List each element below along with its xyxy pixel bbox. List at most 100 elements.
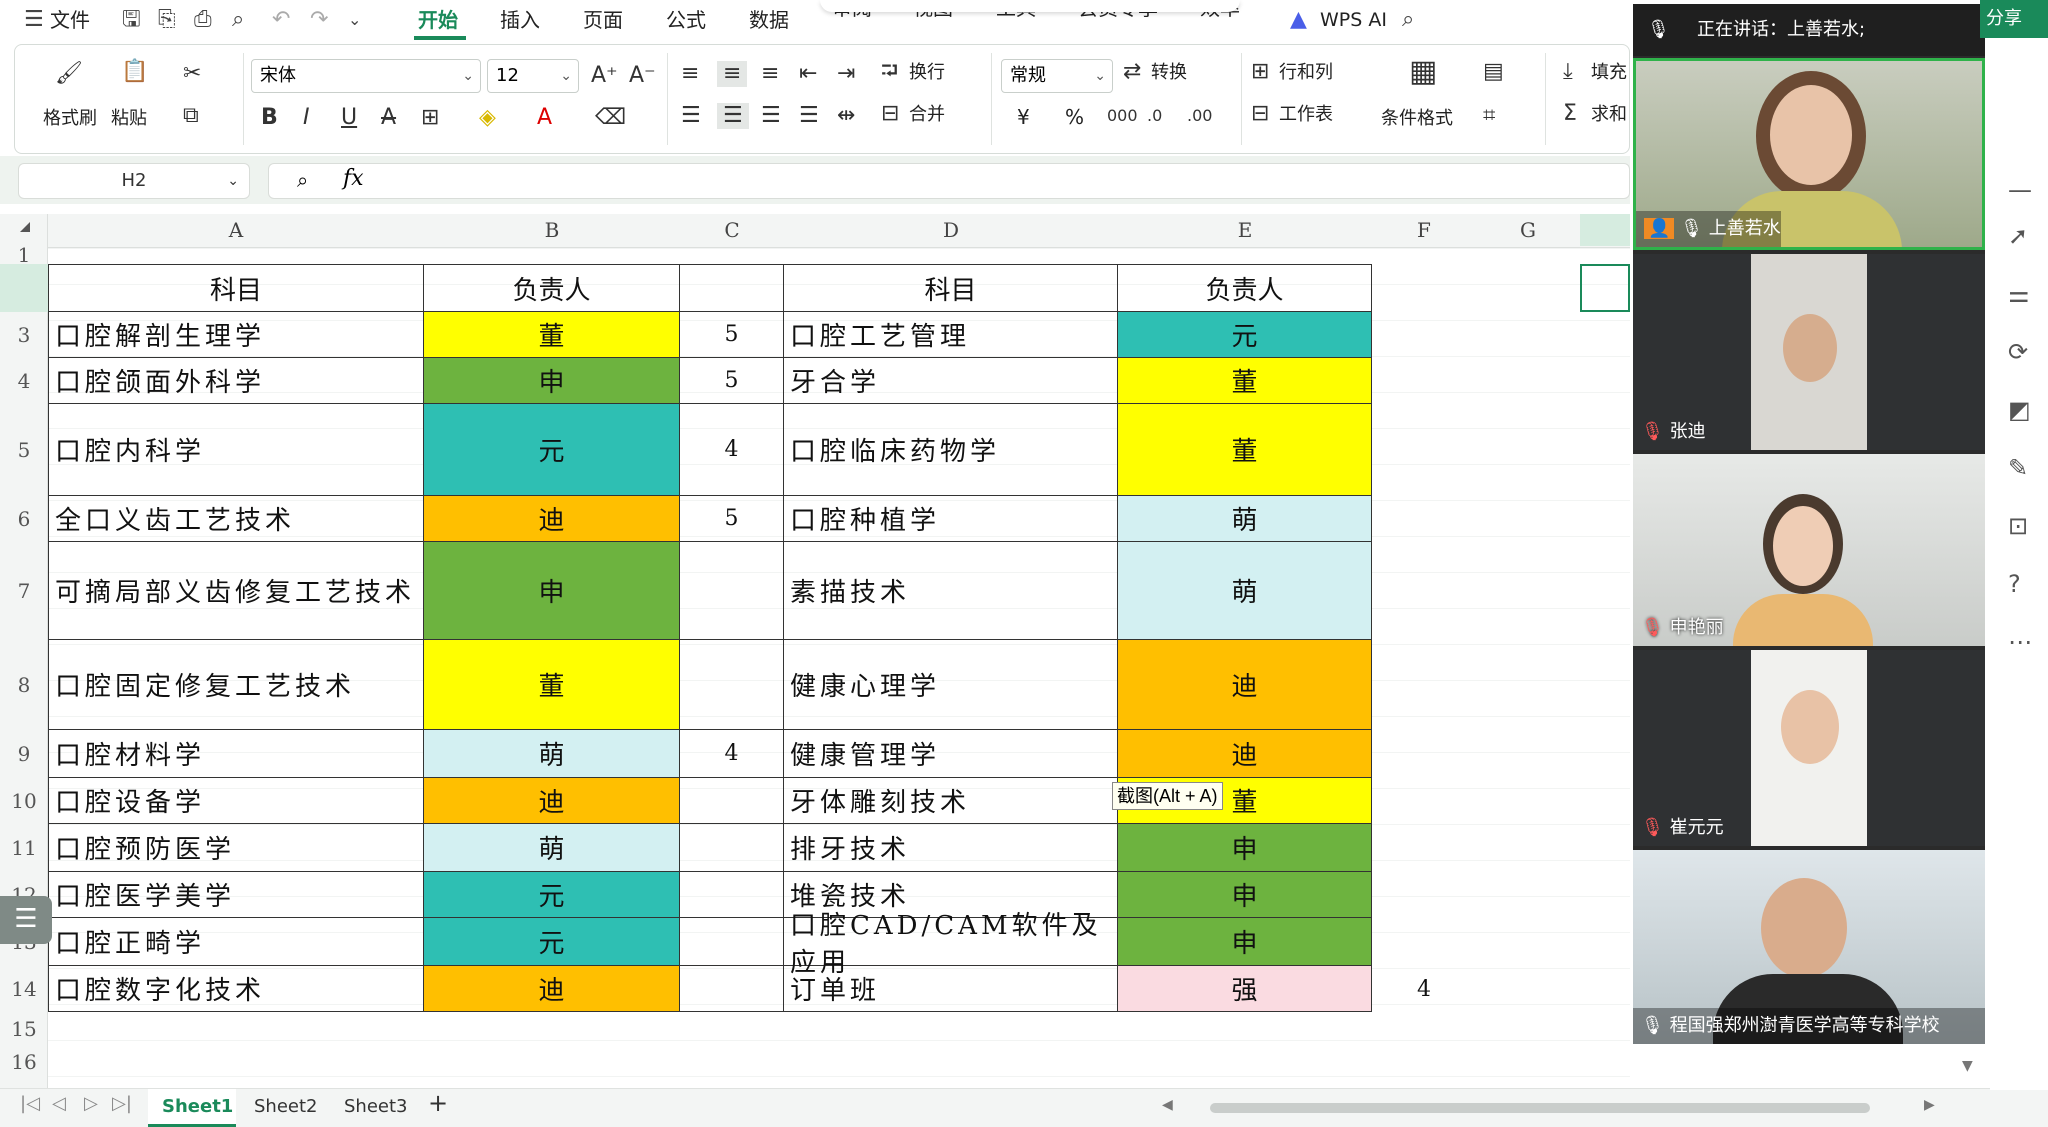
row-header-10[interactable]: 10 — [0, 778, 48, 824]
header-subject-d[interactable]: 科目 — [784, 264, 1118, 312]
strikethrough-icon[interactable]: A — [381, 105, 396, 131]
owner-cell[interactable]: 申 — [1118, 824, 1372, 872]
owner-cell[interactable]: 申 — [1118, 872, 1372, 918]
count-cell[interactable] — [680, 824, 784, 872]
settings-sliders-icon[interactable]: ⚌ — [2008, 280, 2030, 308]
book-icon[interactable]: ⊡ — [2008, 512, 2028, 540]
prev-sheet-icon[interactable]: ◁ — [52, 1093, 66, 1114]
cell-style-icon[interactable]: ▤ — [1483, 59, 1504, 85]
row-header-15[interactable]: 15 — [0, 1012, 48, 1046]
column-header-c[interactable]: C — [680, 214, 784, 246]
search-icon[interactable]: ⌕ — [1402, 6, 1414, 34]
owner-cell[interactable]: 元 — [424, 918, 680, 966]
menu-file[interactable]: 文件 — [50, 6, 90, 34]
owner-cell[interactable]: 董 — [424, 640, 680, 730]
owner-cell[interactable]: 元 — [1118, 312, 1372, 358]
conditional-format-button[interactable]: 条件格式 — [1381, 107, 1453, 131]
minimize-icon[interactable]: — — [2008, 176, 2032, 204]
count-cell[interactable] — [680, 778, 784, 824]
owner-cell[interactable]: 申 — [424, 358, 680, 404]
subject-cell[interactable]: 口腔CAD/CAM软件及应用 — [784, 911, 1118, 978]
column-header-f[interactable]: F — [1372, 214, 1476, 246]
format-painter-button[interactable]: 格式刷 — [43, 107, 97, 131]
decrease-decimal-icon[interactable]: .00 — [1187, 103, 1212, 129]
owner-cell[interactable]: 董 — [1118, 358, 1372, 404]
subject-cell[interactable]: 排牙技术 — [784, 824, 1118, 872]
font-size-select[interactable]: 12 ⌄ — [487, 59, 579, 93]
share-button[interactable]: 分享 — [1980, 0, 2048, 38]
row-header-16[interactable]: 16 — [0, 1046, 48, 1078]
subject-cell[interactable]: 订单班 — [784, 966, 1118, 1012]
video-tile-2[interactable]: 🎙 张迪 — [1633, 254, 1985, 450]
sheet-tab-1[interactable]: Sheet1 — [162, 1094, 233, 1120]
align-center-icon[interactable]: ☰ — [717, 103, 749, 129]
subject-cell[interactable]: 全口义齿工艺技术 — [48, 496, 424, 542]
subject-cell[interactable]: 牙体雕刻技术 — [784, 778, 1118, 824]
owner-cell[interactable]: 迪 — [424, 966, 680, 1012]
column-header-d[interactable]: D — [784, 214, 1118, 246]
row-header-8[interactable]: 8 — [0, 640, 48, 730]
column-header-e[interactable]: E — [1118, 214, 1372, 246]
subject-cell[interactable]: 口腔材料学 — [48, 730, 424, 778]
header-empty-c[interactable] — [680, 264, 784, 312]
tab-formula[interactable]: 公式 — [666, 6, 706, 34]
rows-cols-button[interactable]: 行和列 — [1279, 61, 1333, 85]
header-owner-b[interactable]: 负责人 — [424, 264, 680, 312]
crop-icon[interactable]: ⌗ — [1483, 103, 1495, 129]
count-cell[interactable] — [680, 918, 784, 966]
select-all-corner-icon[interactable] — [20, 222, 30, 232]
increase-font-icon[interactable]: A⁺ — [591, 63, 618, 89]
font-color-icon[interactable]: A — [537, 105, 552, 131]
owner-cell[interactable]: 强 — [1118, 966, 1372, 1012]
tab-page[interactable]: 页面 — [583, 6, 623, 34]
cut-icon[interactable]: ✂ — [183, 61, 201, 87]
count-cell[interactable] — [680, 872, 784, 918]
subject-cell[interactable]: 口腔设备学 — [48, 778, 424, 824]
owner-cell[interactable]: 元 — [424, 872, 680, 918]
fx-icon[interactable]: fx — [343, 166, 364, 191]
count-cell-f[interactable]: 4 — [1372, 966, 1476, 1012]
count-cell[interactable]: 5 — [680, 358, 784, 404]
header-owner-e[interactable]: 负责人 — [1118, 264, 1372, 312]
row-header-1[interactable]: 1 — [0, 243, 48, 267]
worksheet-button[interactable]: 工作表 — [1279, 103, 1333, 127]
last-sheet-icon[interactable]: ▷| — [112, 1093, 132, 1114]
owner-cell[interactable]: 迪 — [424, 496, 680, 542]
scroll-right-icon[interactable]: ▶ — [1924, 1097, 1935, 1113]
subject-cell[interactable]: 口腔临床药物学 — [784, 404, 1118, 496]
count-cell[interactable] — [680, 542, 784, 640]
subject-cell[interactable]: 健康管理学 — [784, 730, 1118, 778]
distributed-icon[interactable]: ⇹ — [837, 103, 855, 129]
align-right-icon[interactable]: ☰ — [761, 103, 781, 129]
owner-cell[interactable]: 申 — [424, 542, 680, 640]
merge-button[interactable]: 合并 — [909, 103, 945, 127]
column-header-b[interactable]: B — [424, 214, 680, 246]
owner-cell[interactable]: 迪 — [424, 778, 680, 824]
zoom-formula-icon[interactable]: ⌕ — [297, 168, 308, 192]
owner-cell[interactable]: 董 — [1118, 404, 1372, 496]
column-header-a[interactable]: A — [48, 214, 424, 246]
row-header-6[interactable]: 6 — [0, 496, 48, 542]
redo-icon[interactable]: ↷ — [310, 6, 328, 34]
owner-cell[interactable]: 萌 — [1118, 496, 1372, 542]
name-box[interactable]: H2 ⌄ — [18, 163, 250, 199]
increase-decimal-icon[interactable]: .0 — [1147, 103, 1162, 129]
count-cell[interactable]: 5 — [680, 312, 784, 358]
number-format-select[interactable]: 常规 ⌄ — [1001, 59, 1113, 93]
fill-button[interactable]: 填充 — [1591, 61, 1627, 85]
sheet-tab-3[interactable]: Sheet3 — [344, 1094, 408, 1120]
tab-data[interactable]: 数据 — [749, 6, 789, 34]
subject-cell[interactable]: 口腔数字化技术 — [48, 966, 424, 1012]
tab-insert[interactable]: 插入 — [500, 6, 540, 34]
menu-hamburger-icon[interactable]: ☰ — [24, 6, 44, 34]
rotate-icon[interactable]: ⟳ — [2008, 338, 2028, 366]
scroll-left-icon[interactable]: ◀ — [1162, 1097, 1173, 1113]
video-tile-4[interactable]: 🎙 崔元元 — [1633, 650, 1985, 846]
formula-input[interactable]: ⌕ fx — [268, 163, 1630, 199]
currency-button[interactable]: ¥ — [1017, 105, 1030, 129]
subject-cell[interactable]: 口腔工艺管理 — [784, 312, 1118, 358]
print-preview-icon[interactable]: ⌕ — [232, 6, 244, 34]
copy-icon[interactable]: ⧉ — [183, 103, 199, 129]
chart-icon[interactable]: ◩ — [2008, 396, 2031, 424]
row-header-11[interactable]: 11 — [0, 824, 48, 872]
